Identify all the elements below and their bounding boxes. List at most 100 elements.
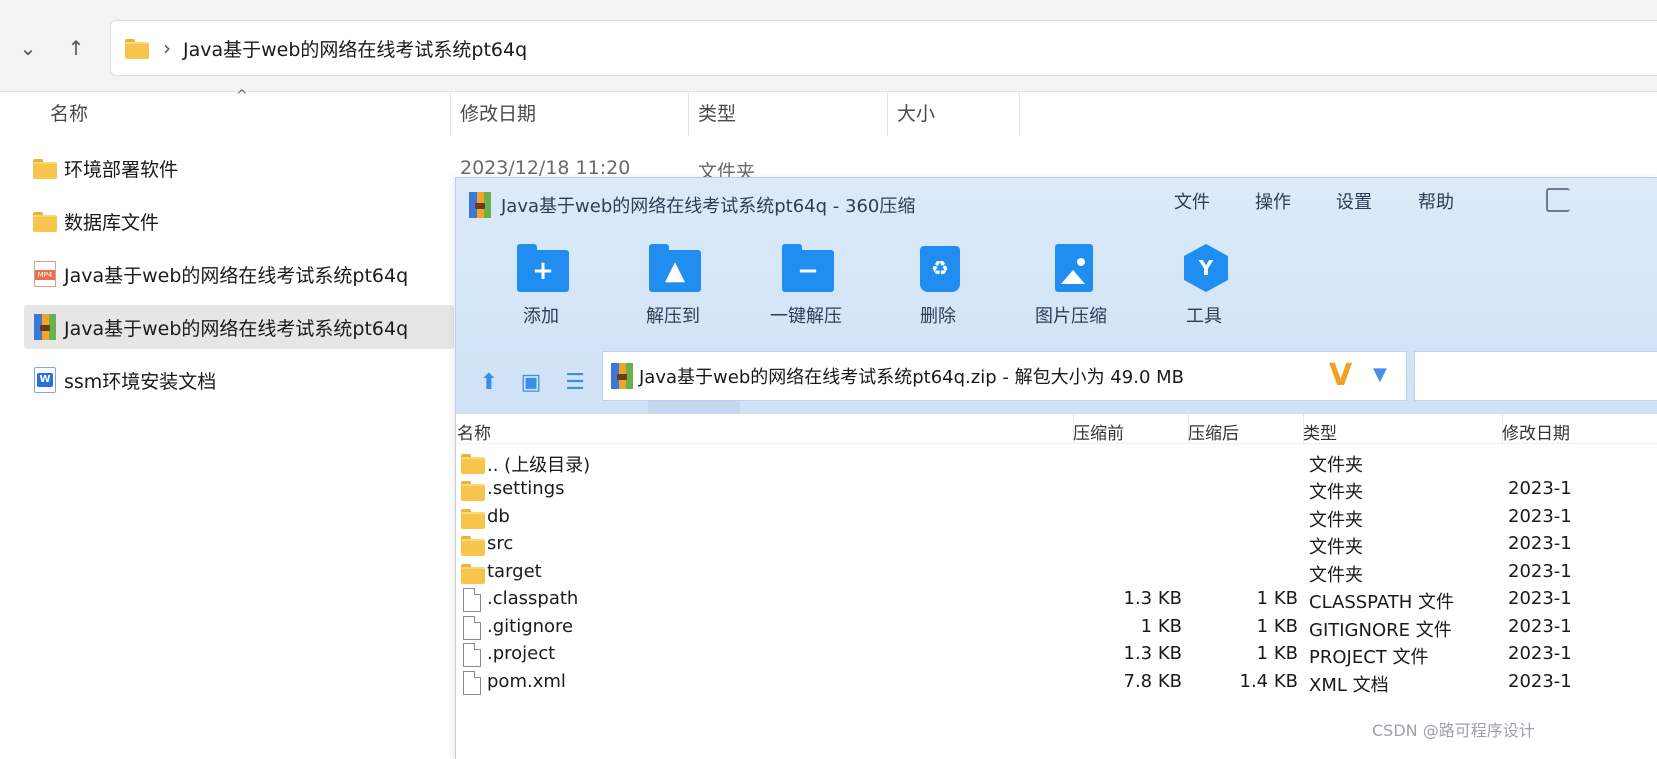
row-size-before: 1.3 KB xyxy=(1123,588,1183,609)
menu-help[interactable]: 帮助 xyxy=(1418,188,1454,214)
row-type: 文件夹 xyxy=(1309,482,1363,503)
folder-icon xyxy=(461,564,485,584)
archive-row[interactable]: .gitignore 1 KB 1 KB GITIGNORE 文件 2023-1 xyxy=(456,615,1657,642)
folder-icon xyxy=(461,454,485,474)
up-level-arrow-icon[interactable]: ⬆ xyxy=(474,367,504,397)
tools-button-label: 工具 xyxy=(1186,306,1222,327)
zip-column-name[interactable]: 名称 xyxy=(457,419,491,444)
extract-to-button[interactable]: ▲ 解压到 xyxy=(618,244,728,334)
tools-button[interactable]: Y 工具 xyxy=(1149,244,1259,334)
row-name: .classpath xyxy=(487,588,579,609)
watermark-text: CSDN @路可程序设计 xyxy=(1372,721,1535,740)
row-name: pom.xml xyxy=(487,671,566,692)
delete-button-label: 删除 xyxy=(920,306,956,327)
file-icon xyxy=(463,588,481,612)
column-modified[interactable]: 修改日期 xyxy=(460,92,536,136)
word-doc-icon: W xyxy=(34,367,56,393)
row-size-after: 1 KB xyxy=(1256,643,1298,664)
row-size-before: 7.8 KB xyxy=(1123,671,1183,692)
image-compress-button[interactable]: 图片压缩 xyxy=(1016,244,1126,334)
menu-file[interactable]: 文件 xyxy=(1174,188,1210,214)
item-modified: 2023/12/18 11:20 xyxy=(460,157,631,179)
zip-navigation-bar: ⬆ ▣ ☰ Java基于web的网络在线考试系统pt64q.zip - 解包大小… xyxy=(456,351,1657,414)
row-name: .project xyxy=(487,643,556,664)
column-divider[interactable] xyxy=(1019,92,1020,136)
zip-column-modified[interactable]: 修改日期 xyxy=(1502,419,1570,444)
row-modified: 2023-1 xyxy=(1508,533,1572,554)
row-type: 文件夹 xyxy=(1309,537,1363,558)
row-type: 文件夹 xyxy=(1309,565,1363,586)
row-modified: 2023-1 xyxy=(1508,671,1572,692)
explorer-item[interactable]: MP4 Java基于web的网络在线考试系统pt64q xyxy=(24,252,454,296)
address-bar[interactable]: › Java基于web的网络在线考试系统pt64q xyxy=(110,20,1657,76)
row-size-after: 1 KB xyxy=(1256,616,1298,637)
row-name: src xyxy=(487,533,514,554)
file-icon xyxy=(463,671,481,695)
list-view-icon[interactable]: ☰ xyxy=(560,367,590,397)
column-divider[interactable] xyxy=(887,92,888,136)
thumbnail-view-icon[interactable]: ▣ xyxy=(516,367,546,397)
archive-path-bar[interactable]: Java基于web的网络在线考试系统pt64q.zip - 解包大小为 49.0… xyxy=(602,351,1407,401)
zip-column-before[interactable]: 压缩前 xyxy=(1073,419,1124,444)
up-arrow-icon[interactable]: ↑ xyxy=(58,30,94,66)
delete-button[interactable]: ♻ 删除 xyxy=(883,244,993,334)
row-type: 文件夹 xyxy=(1309,455,1363,476)
archive-row[interactable]: .settings 文件夹 2023-1 xyxy=(456,477,1657,504)
chevron-right-icon: › xyxy=(163,36,171,60)
explorer-item[interactable]: W ssm环境安装文档 xyxy=(24,358,454,402)
menu-operate[interactable]: 操作 xyxy=(1255,188,1291,214)
zip-column-after[interactable]: 压缩后 xyxy=(1188,419,1239,444)
archive-row[interactable]: db 文件夹 2023-1 xyxy=(456,505,1657,532)
archive-row[interactable]: .. (上级目录) 文件夹 xyxy=(456,450,1657,477)
row-modified: 2023-1 xyxy=(1508,478,1572,499)
row-type: 文件夹 xyxy=(1309,510,1363,531)
archive-row[interactable]: src 文件夹 2023-1 xyxy=(456,532,1657,559)
folder-icon xyxy=(461,481,485,501)
explorer-item-selected[interactable]: Java基于web的网络在线考试系统pt64q xyxy=(24,305,454,349)
folder-icon xyxy=(125,39,149,59)
file-icon xyxy=(463,616,481,640)
row-modified: 2023-1 xyxy=(1508,506,1572,527)
archive-path-text: Java基于web的网络在线考试系统pt64q.zip - 解包大小为 49.0… xyxy=(639,367,1184,388)
image-compress-icon xyxy=(1047,244,1099,294)
address-path: Java基于web的网络在线考试系统pt64q xyxy=(183,38,528,61)
add-button[interactable]: + 添加 xyxy=(486,244,596,334)
row-name: .gitignore xyxy=(487,616,574,637)
explorer-item[interactable]: 数据库文件 xyxy=(24,199,454,243)
row-name: target xyxy=(487,561,542,582)
column-divider[interactable] xyxy=(688,92,689,136)
delete-icon: ♻ xyxy=(914,244,966,294)
zip-column-type[interactable]: 类型 xyxy=(1303,419,1337,444)
one-click-extract-button[interactable]: − 一键解压 xyxy=(751,244,861,334)
item-name: 数据库文件 xyxy=(64,211,160,234)
explorer-toolbar: ⌄ ↑ › Java基于web的网络在线考试系统pt64q xyxy=(0,0,1657,92)
column-size[interactable]: 大小 xyxy=(897,92,935,136)
column-name[interactable]: 名称 xyxy=(50,92,88,136)
archive-row[interactable]: .classpath 1.3 KB 1 KB CLASSPATH 文件 2023… xyxy=(456,587,1657,614)
zip-column-header: 名称 压缩前 压缩后 类型 修改日期 xyxy=(456,414,1657,444)
verified-v-icon[interactable]: V xyxy=(1329,360,1352,392)
row-size-after: 1.4 KB xyxy=(1239,671,1299,692)
archive-search-input[interactable] xyxy=(1414,351,1657,401)
explorer-item[interactable]: 环境部署软件 xyxy=(24,146,454,190)
extract-to-button-label: 解压到 xyxy=(646,306,700,327)
item-name: Java基于web的网络在线考试系统pt64q xyxy=(64,264,409,287)
column-divider[interactable] xyxy=(450,92,451,136)
window-title: Java基于web的网络在线考试系统pt64q - 360压缩 xyxy=(501,196,916,217)
row-type: PROJECT 文件 xyxy=(1309,647,1429,668)
archive-row[interactable]: .project 1.3 KB 1 KB PROJECT 文件 2023-1 xyxy=(456,642,1657,669)
dropdown-triangle-icon[interactable]: ▼ xyxy=(1373,364,1387,385)
row-type: GITIGNORE 文件 xyxy=(1309,620,1452,641)
column-type[interactable]: 类型 xyxy=(698,92,736,136)
zip-archive-window: Java基于web的网络在线考试系统pt64q - 360压缩 文件 操作 设置… xyxy=(455,177,1657,759)
skin-shirt-icon[interactable] xyxy=(1546,188,1570,212)
recent-locations-chevron-icon[interactable]: ⌄ xyxy=(10,30,46,66)
progress-indicator xyxy=(648,401,740,414)
add-button-label: 添加 xyxy=(523,306,559,327)
archive-row[interactable]: target 文件夹 2023-1 xyxy=(456,560,1657,587)
row-modified: 2023-1 xyxy=(1508,616,1572,637)
archive-row[interactable]: pom.xml 7.8 KB 1.4 KB XML 文档 2023-1 xyxy=(456,670,1657,697)
menu-settings[interactable]: 设置 xyxy=(1336,188,1372,214)
sort-ascending-icon: ^ xyxy=(236,88,248,104)
file-icon xyxy=(463,643,481,667)
